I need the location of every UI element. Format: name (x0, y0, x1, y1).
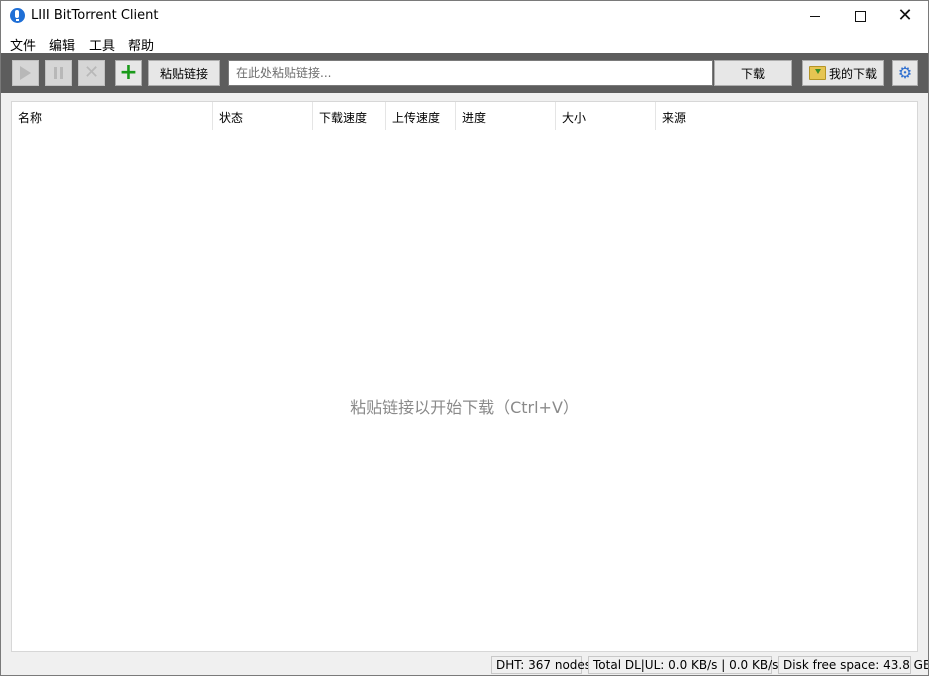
column-header-source[interactable]: 来源 (656, 102, 917, 130)
minimize-button[interactable] (792, 1, 838, 31)
stop-button[interactable]: ✕ (78, 60, 105, 86)
column-header-progress[interactable]: 进度 (456, 102, 556, 130)
status-bar: DHT: 367 nodes Total DL|UL: 0.0 KB/s | 0… (1, 654, 928, 675)
add-icon: + (119, 60, 138, 85)
title-bar: LIII BitTorrent Client ✕ (1, 1, 928, 31)
menu-tools[interactable]: 工具 (89, 35, 115, 54)
download-button[interactable]: 下载 (714, 60, 792, 86)
menu-bar: 文件 编辑 工具 帮助 (1, 31, 928, 54)
menu-edit[interactable]: 编辑 (49, 35, 75, 54)
torrent-list[interactable]: 名称 状态 下载速度 上传速度 进度 大小 来源 粘贴链接以开始下载（Ctrl+… (11, 101, 918, 652)
transfer-rate-status: Total DL|UL: 0.0 KB/s | 0.0 KB/s (588, 656, 778, 674)
window-title: LIII BitTorrent Client (31, 8, 159, 23)
close-button[interactable]: ✕ (882, 1, 928, 31)
column-label: 下载速度 (319, 111, 368, 125)
url-input[interactable] (228, 60, 713, 86)
paste-link-label: 粘贴链接 (159, 66, 208, 81)
start-button[interactable] (12, 60, 39, 86)
empty-list-hint: 粘贴链接以开始下载（Ctrl+V） (350, 398, 579, 417)
my-downloads-button[interactable]: 我的下载 (802, 60, 884, 86)
column-label: 状态 (219, 111, 244, 125)
column-header-download-speed[interactable]: 下载速度 (313, 102, 386, 130)
column-label: 来源 (662, 111, 687, 125)
column-label: 上传速度 (392, 111, 441, 125)
close-icon: ✕ (897, 5, 913, 26)
stop-icon: ✕ (83, 62, 100, 83)
app-window: LIII BitTorrent Client ✕ 文件 编辑 工具 帮助 ✕ +… (0, 0, 929, 676)
download-label: 下载 (740, 66, 765, 81)
minimize-icon (810, 15, 820, 17)
maximize-icon (854, 10, 866, 22)
column-label: 大小 (562, 111, 587, 125)
column-header-status[interactable]: 状态 (213, 102, 313, 130)
column-header-size[interactable]: 大小 (556, 102, 656, 130)
settings-button[interactable]: ⚙ (892, 60, 918, 86)
pause-icon (54, 67, 63, 79)
my-downloads-label: 我的下载 (828, 66, 877, 81)
play-icon (20, 66, 31, 80)
add-torrent-button[interactable]: + (115, 60, 142, 86)
column-header-name[interactable]: 名称 (12, 102, 213, 130)
dht-status: DHT: 367 nodes (491, 656, 591, 674)
column-label: 进度 (462, 111, 487, 125)
bittorrent-icon (10, 8, 25, 23)
menu-help[interactable]: 帮助 (128, 35, 154, 54)
folder-download-icon (808, 66, 826, 80)
menu-file[interactable]: 文件 (10, 35, 36, 54)
paste-link-button[interactable]: 粘贴链接 (148, 60, 220, 86)
maximize-button[interactable] (837, 1, 883, 31)
column-header-upload-speed[interactable]: 上传速度 (386, 102, 456, 130)
column-label: 名称 (18, 111, 43, 125)
toolbar: ✕ + 粘贴链接 下载 我的下载 ⚙ (1, 53, 928, 93)
pause-button[interactable] (45, 60, 72, 86)
gear-icon: ⚙ (897, 63, 913, 82)
disk-space-status: Disk free space: 43.8 GB (778, 656, 928, 674)
